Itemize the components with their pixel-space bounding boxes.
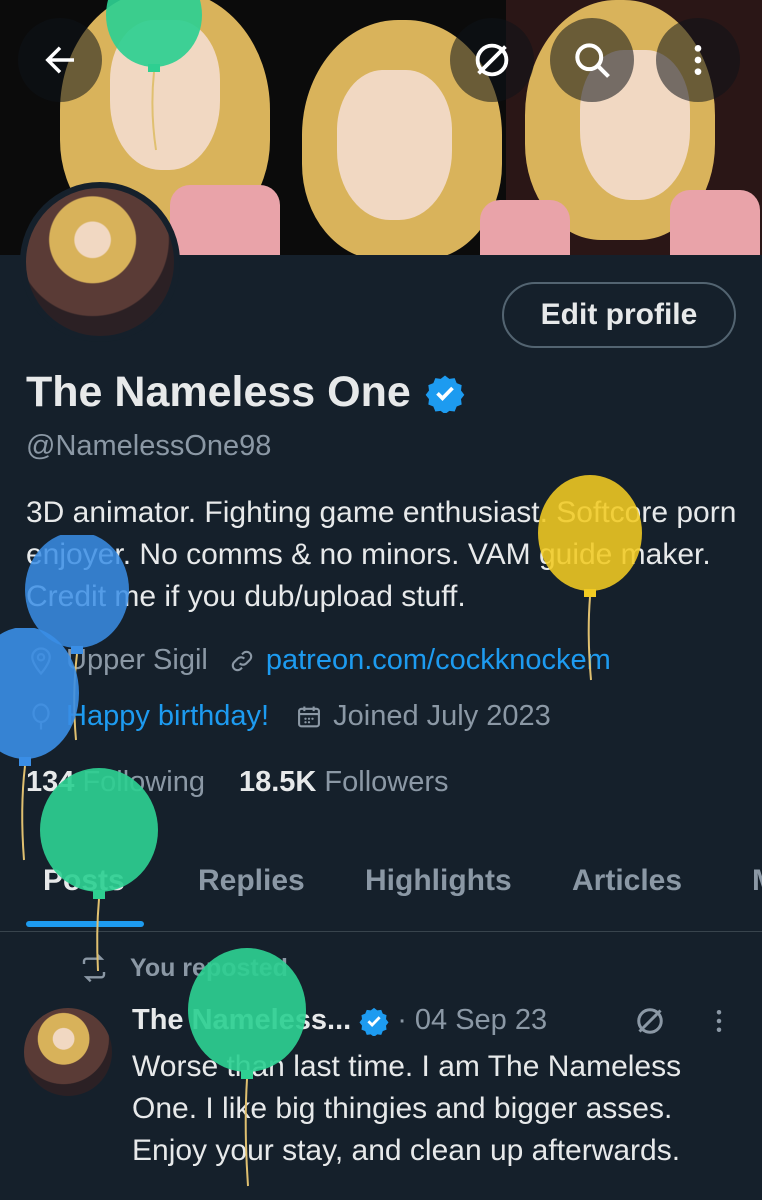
search-button[interactable] xyxy=(550,18,634,102)
post-separator: · xyxy=(397,1004,407,1036)
profile-location: Upper Sigil xyxy=(66,644,208,676)
search-icon xyxy=(575,43,610,78)
tab-overflow[interactable]: M xyxy=(752,864,762,898)
following-stat[interactable]: 134 Following xyxy=(26,766,205,799)
verified-badge-icon xyxy=(359,1007,389,1036)
repost-label: You reposted xyxy=(130,953,288,982)
verified-badge-icon xyxy=(425,375,465,413)
repost-icon xyxy=(82,953,106,983)
post-header: The Nameless... · 04 Sep 23 xyxy=(132,1004,742,1037)
post-author-avatar[interactable] xyxy=(24,1008,112,1096)
profile-joined: Joined July 2023 xyxy=(333,700,551,732)
following-count: 134 xyxy=(26,766,75,798)
more-button[interactable] xyxy=(656,18,740,102)
followers-count: 18.5K xyxy=(238,766,317,798)
location-pin-icon xyxy=(31,646,51,675)
grok-icon[interactable] xyxy=(632,1003,668,1039)
calendar-icon xyxy=(298,706,321,727)
profile-meta-row: Happy birthday! Joined July 2023 xyxy=(26,700,551,733)
followers-stat[interactable]: 18.5K Followers xyxy=(239,766,449,799)
more-vertical-icon[interactable] xyxy=(704,1006,734,1036)
repost-context: You reposted xyxy=(78,952,288,984)
post-date[interactable]: 04 Sep 23 xyxy=(415,1004,547,1037)
balloon-icon xyxy=(32,702,50,729)
profile-name: The Nameless One xyxy=(26,368,465,417)
following-label: Following xyxy=(82,766,205,798)
edit-profile-button[interactable]: Edit profile xyxy=(502,282,736,348)
birthday-link[interactable]: Happy birthday! xyxy=(66,700,269,733)
tab-articles[interactable]: Articles xyxy=(572,864,682,898)
more-vertical-icon xyxy=(694,45,702,75)
grok-icon xyxy=(475,43,509,77)
followers-label: Followers xyxy=(324,766,449,798)
profile-meta-row: Upper Sigil patreon.com/cockknockem xyxy=(26,644,611,677)
post-author-name[interactable]: The Nameless... xyxy=(132,1004,351,1037)
grok-button[interactable] xyxy=(450,18,534,102)
profile-bio: 3D animator. Fighting game enthusiast. S… xyxy=(26,496,737,613)
profile-handle: @NamelessOne98 xyxy=(26,430,272,462)
back-button[interactable] xyxy=(18,18,102,102)
profile-website-link[interactable]: patreon.com/cockknockem xyxy=(266,644,611,677)
tab-posts[interactable]: Posts xyxy=(43,864,125,898)
post-text: Worse than last time. I am The Nameless … xyxy=(132,1050,682,1167)
tab-highlights[interactable]: Highlights xyxy=(365,864,512,898)
active-tab-indicator xyxy=(26,921,144,927)
arrow-left-icon xyxy=(45,46,74,74)
tab-replies[interactable]: Replies xyxy=(198,864,305,898)
link-icon xyxy=(231,650,253,671)
profile-avatar[interactable] xyxy=(20,182,180,342)
display-name: The Nameless One xyxy=(26,368,411,416)
profile-stats: 134 Following 18.5K Followers xyxy=(26,766,449,799)
